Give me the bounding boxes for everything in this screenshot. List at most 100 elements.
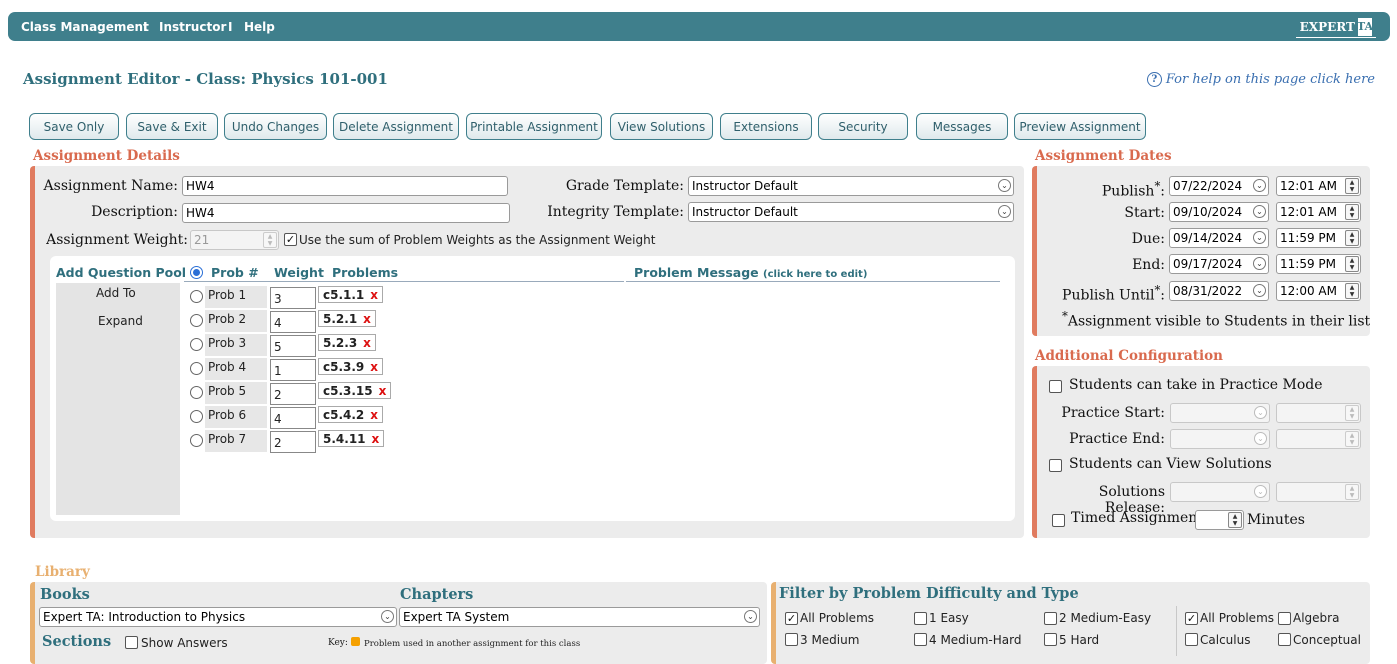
due-time-input[interactable]: 11:59 PM ▲ ▼ xyxy=(1276,228,1361,248)
start-date-select[interactable]: 09/10/2024 ⌄ xyxy=(1169,202,1269,222)
filter-medium-easy-checkbox[interactable] xyxy=(1044,612,1057,625)
spinner-icon[interactable]: ▲ ▼ xyxy=(1345,283,1359,299)
problem-chip[interactable]: c5.1.1 x xyxy=(318,286,384,303)
filter-medium-checkbox[interactable] xyxy=(785,633,798,646)
nav-class-management[interactable]: Class Management xyxy=(21,20,149,34)
problem-weight-input[interactable]: 5 xyxy=(270,335,316,357)
expert-ta-logo[interactable]: EXPERT TA xyxy=(1295,16,1376,38)
problem-chip[interactable]: 5.2.3 x xyxy=(318,334,376,351)
problem-weight-input[interactable]: 4 xyxy=(270,407,316,429)
spinner-icon[interactable]: ▲ ▼ xyxy=(1345,230,1359,246)
remove-icon[interactable]: x xyxy=(370,408,378,422)
spinner-icon[interactable]: ▲ ▼ xyxy=(1345,484,1359,500)
preview-assignment-button[interactable]: Preview Assignment xyxy=(1014,113,1146,140)
show-answers-checkbox[interactable] xyxy=(125,636,138,649)
start-time-input[interactable]: 12:01 AM ▲ ▼ xyxy=(1276,202,1361,222)
add-question-pool-header[interactable]: Add Question Pool xyxy=(56,265,186,280)
publish-date-select[interactable]: 07/22/2024 ⌄ xyxy=(1169,176,1269,196)
spinner-icon[interactable]: ▲ ▼ xyxy=(1345,178,1359,194)
expand-link[interactable]: Expand xyxy=(98,314,143,328)
remove-icon[interactable]: x xyxy=(370,288,378,302)
remove-icon[interactable]: x xyxy=(363,336,371,350)
filter-hard-checkbox[interactable] xyxy=(1044,633,1057,646)
publish-until-time-input[interactable]: 12:00 AM ▲ ▼ xyxy=(1276,281,1361,301)
problem-row-radio[interactable] xyxy=(190,314,203,327)
filter-all-problems-checkbox[interactable]: ✓ xyxy=(785,612,798,625)
view-solutions-button[interactable]: View Solutions xyxy=(610,113,713,140)
book-select[interactable]: Expert TA: Introduction to Physics ⌄ xyxy=(39,607,397,627)
practice-mode-checkbox[interactable] xyxy=(1049,380,1062,393)
problem-label: Prob 4 xyxy=(208,360,247,374)
solutions-release-date-select[interactable]: ⌄ xyxy=(1170,482,1270,502)
problem-row-radio[interactable] xyxy=(190,290,203,303)
spinner-icon[interactable]: ▲ ▼ xyxy=(1345,256,1359,272)
practice-end-date-select[interactable]: ⌄ xyxy=(1170,429,1270,449)
problem-weight-input[interactable]: 3 xyxy=(270,287,316,309)
filter-medium-hard-checkbox[interactable] xyxy=(914,633,927,646)
save-exit-button[interactable]: Save & Exit xyxy=(126,113,218,140)
spinner-icon[interactable]: ▲ ▼ xyxy=(1345,405,1359,421)
problem-message-header[interactable]: Problem Message (click here to edit) xyxy=(634,265,867,280)
assignment-name-input[interactable]: HW4 xyxy=(182,176,508,196)
problem-row-radio[interactable] xyxy=(190,362,203,375)
problem-chip[interactable]: c5.3.9 x xyxy=(318,358,384,375)
problem-weight-input[interactable]: 4 xyxy=(270,311,316,333)
remove-icon[interactable]: x xyxy=(363,312,371,326)
spinner-icon[interactable]: ▲ ▼ xyxy=(1228,512,1242,528)
publish-time-input[interactable]: 12:01 AM ▲ ▼ xyxy=(1276,176,1361,196)
type-calculus-checkbox[interactable] xyxy=(1185,633,1198,646)
nav-help[interactable]: Help xyxy=(244,20,275,34)
problem-weight-input[interactable]: 1 xyxy=(270,359,316,381)
type-algebra-checkbox[interactable] xyxy=(1278,612,1291,625)
extensions-button[interactable]: Extensions xyxy=(720,113,812,140)
description-input[interactable]: HW4 xyxy=(182,203,510,223)
assignment-dates-title: Assignment Dates xyxy=(1035,148,1172,164)
type-all-problems-checkbox[interactable]: ✓ xyxy=(1185,612,1198,625)
undo-changes-button[interactable]: Undo Changes xyxy=(224,113,327,140)
problem-chip[interactable]: c5.3.15 x xyxy=(318,382,392,399)
grade-template-label: Grade Template: xyxy=(565,178,684,194)
practice-end-time-input[interactable]: ▲ ▼ xyxy=(1276,429,1361,449)
practice-start-time-input[interactable]: ▲ ▼ xyxy=(1276,403,1361,423)
printable-assignment-button[interactable]: Printable Assignment xyxy=(466,113,602,140)
problem-chip[interactable]: 5.4.11 x xyxy=(318,430,385,447)
remove-icon[interactable]: x xyxy=(372,432,380,446)
spinner-icon[interactable]: ▲ ▼ xyxy=(1345,204,1359,220)
delete-assignment-button[interactable]: Delete Assignment xyxy=(333,113,459,140)
end-date-select[interactable]: 09/17/2024 ⌄ xyxy=(1169,254,1269,274)
filter-easy-checkbox[interactable] xyxy=(914,612,927,625)
problem-row-radio[interactable] xyxy=(190,434,203,447)
end-time-input[interactable]: 11:59 PM ▲ ▼ xyxy=(1276,254,1361,274)
add-to-link[interactable]: Add To xyxy=(96,286,136,300)
remove-icon[interactable]: x xyxy=(379,384,387,398)
view-solutions-checkbox[interactable] xyxy=(1049,459,1062,472)
timed-assignment-checkbox[interactable] xyxy=(1052,514,1065,527)
type-conceptual-checkbox[interactable] xyxy=(1278,633,1291,646)
assignment-weight-input[interactable]: 21 ▲ ▼ xyxy=(190,230,279,250)
due-date-select[interactable]: 09/14/2024 ⌄ xyxy=(1169,228,1269,248)
problem-weight-input[interactable]: 2 xyxy=(270,383,316,405)
problem-row-radio[interactable] xyxy=(190,386,203,399)
spinner-icon[interactable]: ▲ ▼ xyxy=(263,232,277,248)
problem-chip[interactable]: c5.4.2 x xyxy=(318,406,384,423)
problem-weight-input[interactable]: 2 xyxy=(270,431,316,453)
problem-chip[interactable]: 5.2.1 x xyxy=(318,310,376,327)
select-all-radio[interactable] xyxy=(190,266,203,279)
integrity-template-select[interactable]: Instructor Default ⌄ xyxy=(688,202,1014,222)
grade-template-select[interactable]: Instructor Default ⌄ xyxy=(688,176,1014,196)
save-only-button[interactable]: Save Only xyxy=(29,113,119,140)
nav-instructor[interactable]: Instructor xyxy=(159,20,226,34)
spinner-icon[interactable]: ▲ ▼ xyxy=(1345,431,1359,447)
messages-button[interactable]: Messages xyxy=(916,113,1008,140)
security-button[interactable]: Security xyxy=(818,113,908,140)
sum-weights-checkbox[interactable]: ✓ xyxy=(284,233,297,246)
solutions-release-time-input[interactable]: ▲ ▼ xyxy=(1276,482,1361,502)
publish-until-date-select[interactable]: 08/31/2022 ⌄ xyxy=(1169,281,1269,301)
remove-icon[interactable]: x xyxy=(370,360,378,374)
help-link[interactable]: ? For help on this page click here xyxy=(1146,72,1375,87)
timed-minutes-input[interactable]: ▲ ▼ xyxy=(1195,510,1244,530)
practice-start-date-select[interactable]: ⌄ xyxy=(1170,403,1270,423)
problem-row-radio[interactable] xyxy=(190,410,203,423)
problem-row-radio[interactable] xyxy=(190,338,203,351)
chapter-select[interactable]: Expert TA System ⌄ xyxy=(399,607,760,627)
